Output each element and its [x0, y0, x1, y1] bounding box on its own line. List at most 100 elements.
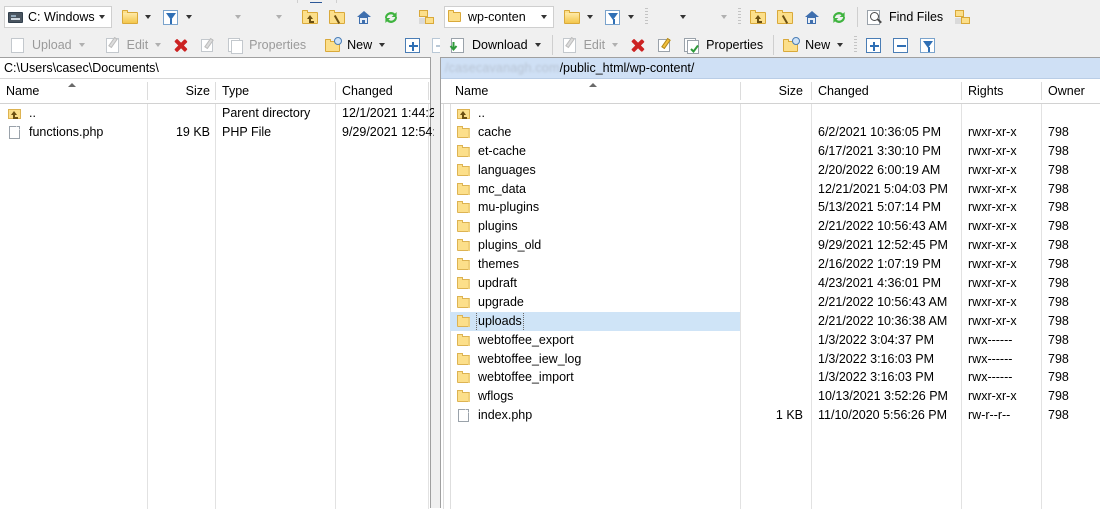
local-open-directory-button[interactable]	[117, 5, 158, 29]
chevron-down-icon[interactable]	[379, 43, 385, 47]
chevron-down-icon	[235, 15, 241, 19]
toolbar-grip[interactable]	[854, 36, 857, 54]
table-row[interactable]: plugins2/21/2022 10:56:43 AMrwxr-xr-x798	[441, 217, 1100, 236]
remote-path-combo[interactable]: wp-conten	[444, 6, 554, 28]
file-name: webtoffee_export	[477, 331, 575, 350]
table-row[interactable]: index.php1 KB11/10/2020 5:56:26 PMrw-r--…	[441, 406, 1100, 425]
local-address-toolbar: C: Windows	[0, 3, 437, 31]
file-rights: rwx------	[962, 331, 1040, 350]
chevron-down-icon[interactable]	[535, 43, 541, 47]
column-header-owner[interactable]: Owner	[1042, 79, 1100, 103]
root-folder-icon	[775, 8, 796, 27]
column-header-changed[interactable]: Changed	[336, 79, 431, 103]
download-button[interactable]: Download	[445, 33, 548, 57]
file-size	[741, 350, 809, 369]
file-rights: rwxr-xr-x	[962, 198, 1040, 217]
remote-properties-button[interactable]: Properties	[679, 33, 769, 57]
local-refresh-button[interactable]	[378, 5, 405, 29]
file-size	[741, 180, 809, 199]
remote-select-button[interactable]	[861, 33, 888, 57]
computer-icon	[7, 9, 24, 25]
file-owner: 798	[1042, 180, 1100, 199]
table-row[interactable]: cache6/2/2021 10:36:05 PMrwxr-xr-x798	[441, 123, 1100, 142]
table-row[interactable]: wflogs10/13/2021 3:52:26 PMrwxr-xr-x798	[441, 387, 1100, 406]
column-header-type[interactable]: Type	[216, 79, 336, 103]
remote-root-directory-button[interactable]	[772, 5, 799, 29]
local-root-directory-button[interactable]	[324, 5, 351, 29]
file-rights: rwxr-xr-x	[962, 217, 1040, 236]
table-row[interactable]: languages2/20/2022 6:00:19 AMrwxr-xr-x79…	[441, 161, 1100, 180]
chevron-down-icon[interactable]	[537, 15, 551, 19]
local-path-bar[interactable]: C:\Users\casec\Documents\	[0, 58, 430, 79]
chevron-down-icon[interactable]	[95, 15, 109, 19]
remote-parent-directory-button[interactable]	[745, 5, 772, 29]
remote-home-directory-button[interactable]	[799, 5, 826, 29]
column-header-size[interactable]: Size	[148, 79, 216, 103]
chevron-down-icon[interactable]	[587, 15, 593, 19]
local-actions-toolbar: Upload Edit Properties New	[0, 31, 437, 59]
table-row[interactable]: themes2/16/2022 1:07:19 PMrwxr-xr-x798	[441, 255, 1100, 274]
chevron-down-icon[interactable]	[628, 15, 634, 19]
file-size	[741, 161, 809, 180]
file-name: webtoffee_iew_log	[477, 350, 582, 369]
chevron-down-icon[interactable]	[186, 15, 192, 19]
local-synchronize-browsing-button[interactable]	[413, 5, 440, 29]
local-properties-button: Properties	[222, 33, 312, 57]
column-header-size[interactable]: Size	[741, 79, 809, 103]
remote-open-directory-button[interactable]	[559, 5, 600, 29]
chevron-down-icon[interactable]	[680, 15, 686, 19]
column-header-rights[interactable]: Rights	[962, 79, 1038, 103]
local-parent-directory-button[interactable]	[297, 5, 324, 29]
table-row[interactable]: et-cache6/17/2021 3:30:10 PMrwxr-xr-x798	[441, 142, 1100, 161]
minus-box-icon	[891, 36, 912, 55]
file-rights: rwxr-xr-x	[962, 123, 1040, 142]
remote-back-button[interactable]	[652, 5, 693, 29]
table-row[interactable]: plugins_old9/29/2021 12:52:45 PMrwxr-xr-…	[441, 236, 1100, 255]
local-new-button[interactable]: New	[320, 33, 392, 57]
chevron-down-icon[interactable]	[145, 15, 151, 19]
local-home-directory-button[interactable]	[351, 5, 378, 29]
file-icon	[457, 408, 472, 423]
remote-unselect-button[interactable]	[888, 33, 915, 57]
remote-file-list[interactable]: .. cache6/2/2021 10:36:05 PMrwxr-xr-x798…	[441, 104, 1100, 509]
table-row[interactable]: ..	[441, 104, 1100, 123]
rename-icon	[655, 36, 676, 55]
file-changed: 1/3/2022 3:04:37 PM	[812, 331, 960, 350]
remote-new-button[interactable]: New	[778, 33, 850, 57]
parent-folder-icon	[457, 106, 472, 121]
remote-delete-button[interactable]	[625, 33, 652, 57]
table-row[interactable]: updraft4/23/2021 4:36:01 PMrwxr-xr-x798	[441, 274, 1100, 293]
chevron-down-icon	[155, 43, 161, 47]
remote-selection-filter-button[interactable]	[915, 33, 942, 57]
remote-synchronize-browsing-button[interactable]	[949, 5, 976, 29]
table-row[interactable]: webtoffee_iew_log1/3/2022 3:16:03 PMrwx-…	[441, 350, 1100, 369]
local-delete-button[interactable]	[168, 33, 195, 57]
table-row[interactable]: upgrade2/21/2022 10:56:43 AMrwxr-xr-x798	[441, 293, 1100, 312]
table-row[interactable]: .. Parent directory 12/1/2021 1:44:2	[0, 104, 430, 123]
file-owner: 798	[1042, 368, 1100, 387]
table-row[interactable]: webtoffee_import1/3/2022 3:16:03 PMrwx--…	[441, 368, 1100, 387]
file-owner: 798	[1042, 387, 1100, 406]
table-row-selected[interactable]: uploads 2/21/2022 10:36:38 AM rwxr-xr-x …	[441, 312, 1100, 331]
column-header-changed[interactable]: Changed	[812, 79, 960, 103]
file-changed: 10/13/2021 3:52:26 PM	[812, 387, 960, 406]
remote-filter-button[interactable]	[600, 5, 641, 29]
remote-path-bar[interactable]: /casecavanagh.com/public_html/wp-content…	[441, 58, 1100, 79]
local-select-button[interactable]	[400, 33, 427, 57]
local-path-combo[interactable]: C: Windows	[4, 6, 112, 28]
toolbar-grip[interactable]	[738, 8, 741, 26]
remote-refresh-button[interactable]	[826, 5, 853, 29]
toolbar-grip[interactable]	[645, 8, 648, 26]
table-row[interactable]: mu-plugins5/13/2021 5:07:14 PMrwxr-xr-x7…	[441, 198, 1100, 217]
table-row[interactable]: functions.php 19 KB PHP File 9/29/2021 1…	[0, 123, 430, 142]
table-row[interactable]: mc_data12/21/2021 5:04:03 PMrwxr-xr-x798	[441, 180, 1100, 199]
table-row[interactable]: webtoffee_export 1/3/2022 3:04:37 PMrwx--…	[441, 331, 1100, 350]
remote-rename-button[interactable]	[652, 33, 679, 57]
remote-edit-button: Edit	[557, 33, 626, 57]
file-rights: rwx------	[962, 350, 1040, 369]
file-name: mc_data	[477, 180, 527, 199]
chevron-down-icon[interactable]	[837, 43, 843, 47]
local-filter-button[interactable]	[158, 5, 199, 29]
local-file-list[interactable]: .. Parent directory 12/1/2021 1:44:2 fun…	[0, 104, 430, 509]
find-files-button[interactable]: Find Files	[862, 5, 949, 29]
